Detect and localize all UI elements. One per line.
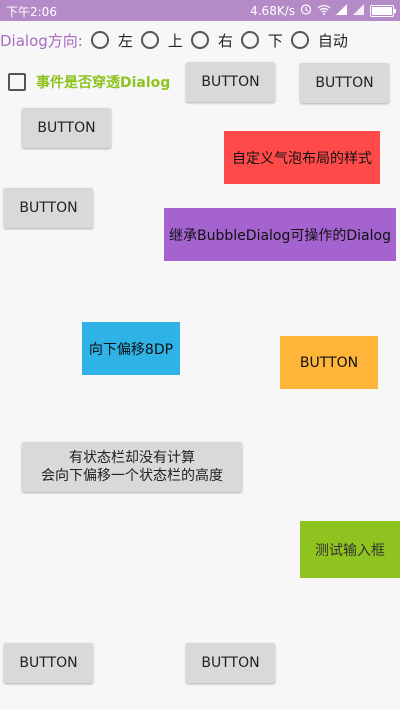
signal-icon — [353, 3, 365, 18]
radio-label: 右 — [217, 31, 233, 50]
direction-label: Dialog方向: — [0, 31, 83, 50]
button-top-right[interactable]: BUTTON — [300, 63, 389, 103]
penetrate-checkbox-row[interactable]: 事件是否穿透Dialog — [8, 72, 170, 92]
statusbar-offset-line1: 有状态栏却没有计算 — [69, 450, 195, 466]
statusbar-offset-button[interactable]: 有状态栏却没有计算 会向下偏移一个状态栏的高度 — [22, 442, 242, 492]
radio-label: 左 — [117, 31, 133, 50]
radio-circle[interactable] — [290, 31, 309, 49]
statusbar-offset-line2: 会向下偏移一个状态栏的高度 — [41, 468, 223, 484]
alarm-icon — [300, 3, 312, 18]
battery-icon — [370, 4, 396, 17]
radio-circle[interactable] — [90, 31, 109, 49]
wifi-icon — [317, 4, 331, 18]
button-left-1[interactable]: BUTTON — [22, 108, 111, 148]
offset-8dp-button[interactable]: 向下偏移8DP — [82, 322, 180, 375]
status-right: 4.68K/s — [250, 3, 396, 18]
orange-button[interactable]: BUTTON — [280, 336, 378, 389]
radio-label: 上 — [167, 31, 183, 50]
signal-icon — [336, 3, 348, 18]
direction-row: Dialog方向: 左 上 右 下 自动 — [0, 28, 356, 52]
radio-up[interactable]: 上 — [140, 30, 183, 51]
radio-circle[interactable] — [190, 31, 209, 49]
network-speed: 4.68K/s — [250, 3, 295, 18]
radio-circle[interactable] — [140, 31, 159, 49]
penetrate-label: 事件是否穿透Dialog — [36, 75, 171, 91]
button-bottom-left[interactable]: BUTTON — [4, 643, 93, 683]
custom-style-button[interactable]: 自定义气泡布局的样式 — [224, 131, 380, 184]
radio-down[interactable]: 下 — [240, 30, 283, 51]
button-left-2[interactable]: BUTTON — [4, 188, 93, 228]
radio-circle[interactable] — [240, 31, 259, 49]
button-bottom-mid[interactable]: BUTTON — [186, 643, 275, 683]
radio-label: 自动 — [317, 31, 348, 50]
radio-auto[interactable]: 自动 — [290, 30, 348, 51]
input-test-button[interactable]: 测试输入框 — [300, 521, 400, 578]
status-time: 下午2:06 — [6, 5, 57, 19]
radio-label: 下 — [267, 31, 283, 50]
status-bar: 下午2:06 4.68K/s — [0, 0, 400, 21]
penetrate-checkbox[interactable] — [8, 73, 26, 91]
inherit-dialog-button[interactable]: 继承BubbleDialog可操作的Dialog — [164, 208, 396, 261]
radio-right[interactable]: 右 — [190, 30, 233, 51]
battery-level — [372, 6, 392, 15]
radio-left[interactable]: 左 — [90, 30, 133, 51]
button-top-mid[interactable]: BUTTON — [186, 62, 275, 102]
